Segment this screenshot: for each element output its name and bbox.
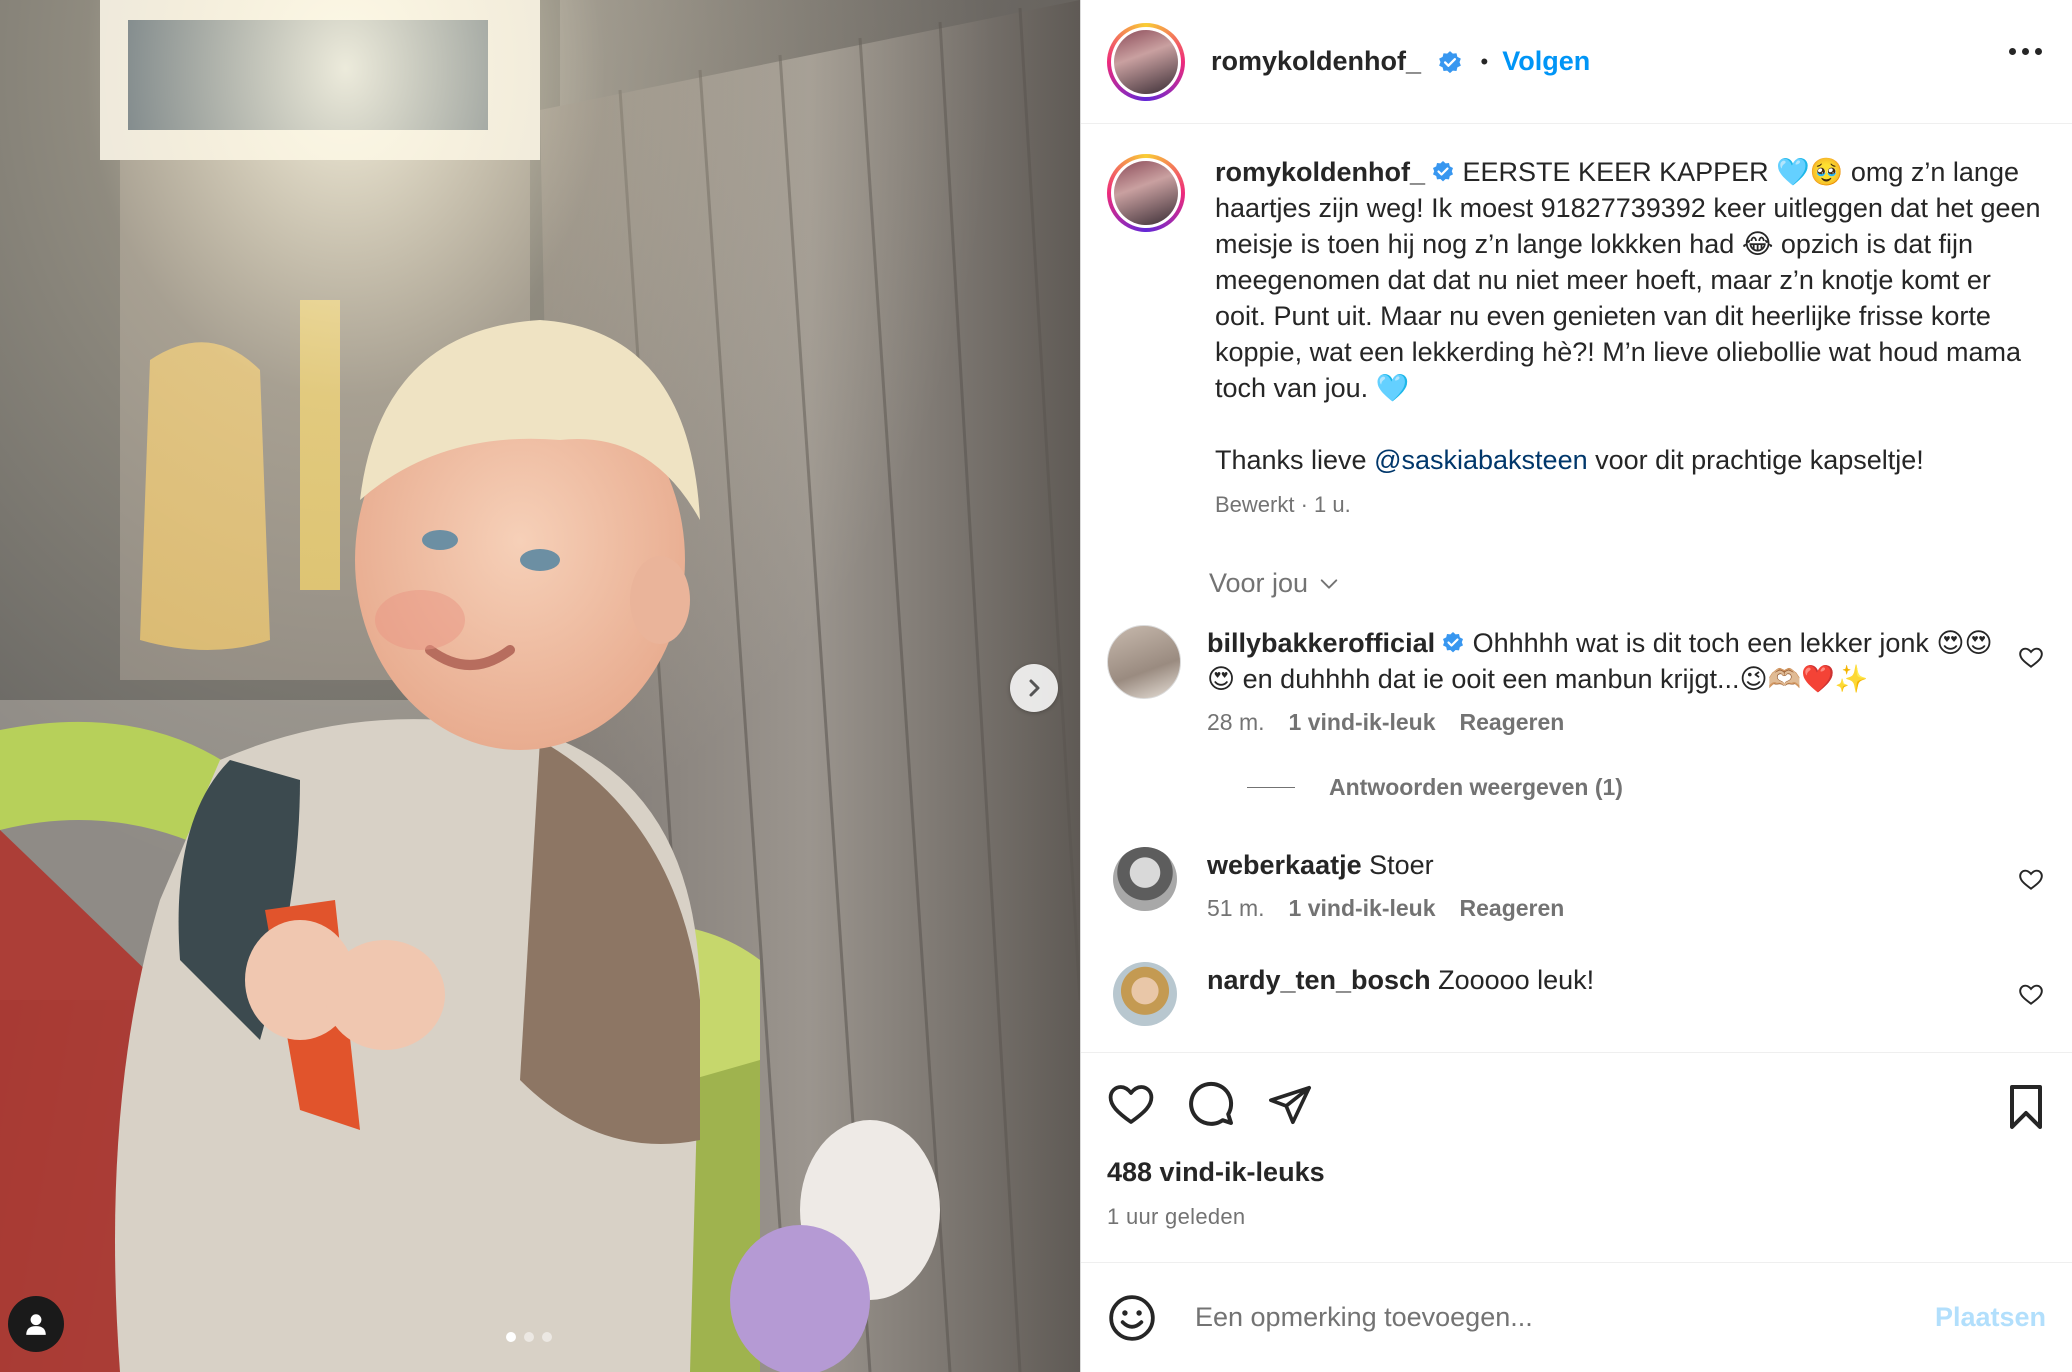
post-header: romykoldenhof_ • Volgen — [1081, 0, 2072, 124]
author-username[interactable]: romykoldenhof_ — [1211, 46, 1463, 77]
comment-button[interactable] — [1187, 1081, 1235, 1129]
post-actions: 488 vind-ik-leuks 1 uur geleden — [1081, 1052, 2072, 1262]
like-count[interactable]: 488 vind-ik-leuks — [1107, 1157, 2046, 1188]
caption-meta: Bewerkt · 1 u. — [1215, 492, 1351, 517]
smiley-icon — [1109, 1294, 1155, 1341]
comments-list[interactable]: romykoldenhof_ EERSTE KEER KAPPER 🩵🥹 omg… — [1081, 124, 2072, 1052]
save-button[interactable] — [2004, 1083, 2048, 1136]
add-comment-bar: Plaatsen — [1081, 1262, 2072, 1372]
comment-username[interactable]: weberkaatje — [1207, 850, 1362, 880]
share-button[interactable] — [1267, 1082, 1313, 1128]
caption-avatar[interactable] — [1107, 154, 1185, 232]
commenter-avatar[interactable] — [1107, 625, 1181, 699]
caption-username[interactable]: romykoldenhof_ — [1215, 157, 1425, 187]
author-avatar[interactable] — [1107, 22, 1185, 101]
comment-likes[interactable]: 1 vind-ik-leuk — [1289, 709, 1436, 736]
comment-meta: 28 m. 1 vind-ik-leuk Reageren — [1207, 709, 2044, 736]
carousel-dot — [524, 1332, 534, 1342]
carousel-dot — [542, 1332, 552, 1342]
separator-dot: • — [1480, 48, 1489, 74]
more-options-button[interactable] — [2009, 48, 2042, 55]
replies-divider — [1247, 787, 1295, 788]
reply-button[interactable]: Reageren — [1460, 709, 1565, 736]
commenter-avatar[interactable] — [1113, 847, 1177, 911]
tagged-users-button[interactable] — [8, 1296, 64, 1352]
action-icons — [1107, 1053, 2046, 1157]
comment-username[interactable]: billybakkerofficial — [1207, 628, 1435, 658]
bookmark-icon — [2010, 1085, 2042, 1129]
chevron-down-icon — [1320, 578, 1338, 589]
carousel-dot-active — [506, 1332, 516, 1342]
thanks-suffix: voor dit prachtige kapseltje! — [1587, 445, 1924, 475]
more-dot — [2009, 48, 2016, 55]
comment-text: nardy_ten_bosch Zooooo leuk! — [1207, 962, 2044, 998]
next-slide-button[interactable] — [1010, 664, 1058, 712]
comment-sort-dropdown[interactable]: Voor jou — [1209, 568, 2044, 599]
carousel-indicator — [506, 1332, 552, 1342]
comment-item: nardy_ten_bosch Zooooo leuk! — [1107, 962, 2044, 1026]
comment-like-heart-icon[interactable] — [2018, 867, 2044, 893]
follow-button[interactable]: Volgen — [1502, 46, 1590, 77]
post-timestamp: 1 uur geleden — [1107, 1204, 1246, 1229]
comment-text: billybakkerofficial Ohhhhh wat is dit to… — [1207, 625, 2044, 697]
user-icon — [26, 1314, 46, 1335]
comment-sort-label: Voor jou — [1209, 568, 1309, 598]
verified-badge-icon — [1443, 631, 1464, 653]
more-dot — [2022, 48, 2029, 55]
post-photo — [0, 0, 1080, 1372]
like-button[interactable] — [1107, 1081, 1155, 1129]
comment-likes[interactable]: 1 vind-ik-leuk — [1289, 895, 1436, 922]
chevron-right-icon — [1029, 679, 1040, 697]
comment-time: 28 m. — [1207, 709, 1265, 735]
heart-icon — [1108, 1085, 1154, 1124]
caption-thanks: Thanks lieve @saskiabaksteen voor dit pr… — [1215, 442, 2044, 478]
comment-input[interactable] — [1195, 1302, 1935, 1333]
post-comment-button[interactable]: Plaatsen — [1935, 1302, 2046, 1333]
post-media[interactable] — [0, 0, 1080, 1372]
comment-username[interactable]: nardy_ten_bosch — [1207, 965, 1431, 995]
verified-badge-icon — [1438, 50, 1461, 74]
comment-time: 51 m. — [1207, 895, 1265, 921]
comment-item: weberkaatje Stoer 51 m. 1 vind-ik-leuk R… — [1107, 847, 2044, 922]
comment-item: billybakkerofficial Ohhhhh wat is dit to… — [1107, 625, 2044, 736]
emoji-button[interactable] — [1107, 1293, 1157, 1343]
comment-text: weberkaatje Stoer — [1207, 847, 2044, 883]
view-replies-button[interactable]: Antwoorden weergeven (1) — [1247, 774, 2044, 801]
comment-body: Zooooo leuk! — [1430, 965, 1595, 995]
comment-like-heart-icon[interactable] — [2018, 645, 2044, 671]
instagram-post-modal: romykoldenhof_ • Volgen romykoldenhof_ E… — [0, 0, 2072, 1372]
comment-body: Stoer — [1361, 850, 1434, 880]
mention-link[interactable]: @saskiabaksteen — [1374, 445, 1588, 475]
paper-plane-icon — [1269, 1085, 1311, 1125]
post-sidebar: romykoldenhof_ • Volgen romykoldenhof_ E… — [1080, 0, 2072, 1372]
caption-text: romykoldenhof_ EERSTE KEER KAPPER 🩵🥹 omg… — [1215, 154, 2044, 406]
view-replies-label: Antwoorden weergeven (1) — [1329, 774, 1623, 800]
comment-meta: 51 m. 1 vind-ik-leuk Reageren — [1207, 895, 2044, 922]
caption: romykoldenhof_ EERSTE KEER KAPPER 🩵🥹 omg… — [1107, 154, 2044, 518]
caption-body: EERSTE KEER KAPPER 🩵🥹 omg z’n lange haar… — [1215, 157, 2041, 403]
verified-badge-icon — [1433, 160, 1454, 182]
more-dot — [2035, 48, 2042, 55]
comment-like-heart-icon[interactable] — [2018, 982, 2044, 1008]
thanks-prefix: Thanks lieve — [1215, 445, 1375, 475]
reply-button[interactable]: Reageren — [1460, 895, 1565, 922]
commenter-avatar[interactable] — [1113, 962, 1177, 1026]
speech-bubble-icon — [1189, 1081, 1234, 1126]
